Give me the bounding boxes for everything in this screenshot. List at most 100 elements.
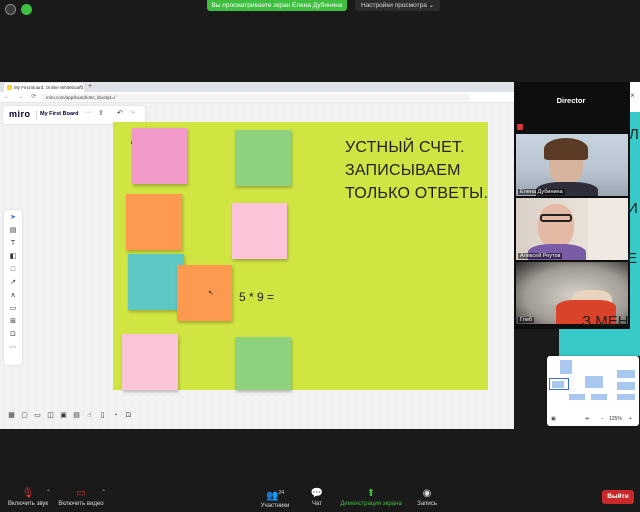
participants-count: 24 xyxy=(278,490,284,496)
zoom-top-bar: Вы просматриваете экран Елена Дубинина Н… xyxy=(0,0,640,22)
chat-label: Чат xyxy=(312,501,322,507)
sticky-note-light-pink-2[interactable] xyxy=(122,334,178,390)
undo-icon[interactable]: ↶ xyxy=(117,109,123,117)
upload-icon[interactable]: ⇪ xyxy=(98,109,104,117)
card-icon[interactable]: ▯ xyxy=(98,411,107,420)
more-tools-icon[interactable]: ⋯ xyxy=(4,342,22,354)
zoom-out-icon[interactable]: − xyxy=(601,416,604,422)
sticky-note-green-2[interactable] xyxy=(235,337,291,390)
redo-icon[interactable]: ↷ xyxy=(129,109,135,117)
vote-icon[interactable]: ☝ xyxy=(85,411,94,420)
browser-tab-strip: My First Board, Online Whiteboard × + xyxy=(0,82,514,92)
background-text: З МЕН xyxy=(582,313,629,330)
sticky-note-teal[interactable] xyxy=(128,254,184,310)
background-text: Е xyxy=(627,250,638,267)
participant-name: Елена Дубинина xyxy=(518,189,565,195)
background-slide xyxy=(559,329,640,356)
video-tile[interactable]: Елена Дубинина xyxy=(516,134,628,196)
sticky-note-orange[interactable] xyxy=(126,194,182,250)
glasses-icon xyxy=(540,214,572,222)
zoom-in-icon[interactable]: + xyxy=(629,416,632,422)
chat-icon[interactable]: ▭ xyxy=(33,411,42,420)
mute-label: Включить звук xyxy=(8,501,49,507)
board-menu-icon[interactable]: ⋯ xyxy=(85,109,91,116)
microphone-off-icon: 🎙 xyxy=(21,488,35,499)
miro-minimap[interactable]: ▣ ⇹ − 125% + xyxy=(547,356,639,426)
grid-icon[interactable]: ▦ xyxy=(7,411,16,420)
board-name[interactable]: My First Board xyxy=(40,111,79,117)
miro-logo: miro xyxy=(9,109,31,119)
video-tile[interactable]: Алексей Реутов xyxy=(516,198,628,260)
info-icon[interactable] xyxy=(5,4,16,15)
security-shield-icon[interactable] xyxy=(21,4,32,15)
expand-icon[interactable]: ⊡ xyxy=(124,411,133,420)
record-icon: ◉ xyxy=(422,488,432,499)
sticky-note-green[interactable] xyxy=(235,130,291,186)
video-off-icon: ▭ xyxy=(76,488,86,499)
participants-icon: 👥24 xyxy=(265,490,284,502)
select-tool-icon[interactable]: ➤ xyxy=(4,212,22,224)
browser-address-bar: ← → ⟳ miro.com/app/board/o9J_lduo5j4=/ xyxy=(0,92,514,103)
miro-left-toolbar: ➤ ▤ T ◧ □ ↗ ∧ ▭ ⊞ ⊡ ⋯ xyxy=(4,210,22,365)
text-tool-icon[interactable]: T xyxy=(4,238,22,250)
participant-name: Алексей Реутов xyxy=(518,253,563,259)
video-options-icon[interactable]: ⌃ xyxy=(101,489,106,496)
browser-tab-title: My First Board, Online Whiteboard xyxy=(14,85,84,90)
video-label: Включить видео xyxy=(58,501,104,507)
zoom-level[interactable]: 125% xyxy=(609,416,622,422)
templates-icon[interactable]: ▤ xyxy=(4,225,22,237)
frames-icon[interactable]: ▢ xyxy=(20,411,29,420)
comments-icon[interactable]: ◫ xyxy=(46,411,55,420)
url-input[interactable]: miro.com/app/board/o9J_lduo5j4=/ xyxy=(40,94,470,101)
mute-button[interactable]: 🎙 Включить звук xyxy=(8,488,48,507)
shape-tool-icon[interactable]: □ xyxy=(4,264,22,276)
upload-tool-icon[interactable]: ⊡ xyxy=(4,329,22,341)
fit-icon[interactable]: ⇹ xyxy=(585,416,589,422)
background-text: И xyxy=(627,200,638,217)
start-video-button[interactable]: ▭ Включить видео xyxy=(58,488,104,507)
timer-icon[interactable]: ◔ xyxy=(111,411,120,420)
panel-title: Director xyxy=(556,96,586,105)
sticky-note-icon[interactable]: ◧ xyxy=(4,251,22,263)
close-panel-icon[interactable]: ⨯ xyxy=(630,92,635,99)
zoom-controls: ▣ ⇹ − 125% + xyxy=(547,414,639,426)
sticky-note-light-pink[interactable] xyxy=(232,203,287,259)
pen-tool-icon[interactable]: ∧ xyxy=(4,290,22,302)
browser-nav-icons[interactable]: ← → ⟳ xyxy=(4,93,39,100)
record-button[interactable]: ◉ Запись xyxy=(414,488,440,507)
sticky-note-orange-2[interactable] xyxy=(177,265,232,321)
share-screen-button[interactable]: ⬆ Демонстрация экрана xyxy=(340,488,402,507)
shared-screen: My First Board, Online Whiteboard × + ← … xyxy=(0,82,514,429)
participant-name: Глеб xyxy=(518,317,535,323)
recording-indicator-icon xyxy=(517,124,523,130)
miro-bottom-toolbar: ▦ ▢ ▭ ◫ ▣ ▤ ☝ ▯ ◔ ⊡ xyxy=(3,408,141,424)
sticky-note-pink[interactable] xyxy=(132,128,187,184)
frame-tool-icon[interactable]: ⊞ xyxy=(4,316,22,328)
leave-button[interactable]: Выйти xyxy=(602,490,634,504)
view-options-button[interactable]: Настройки просмотра ⌄ xyxy=(355,0,441,11)
chat-bubble-icon: 💬 xyxy=(310,488,324,499)
comment-icon[interactable]: ▭ xyxy=(4,303,22,315)
connection-line-icon[interactable]: ↗ xyxy=(4,277,22,289)
board-frame[interactable]: / УСТНЫЙ СЧЕТ. ЗАПИСЫВАЕМ ТОЛЬКО ОТВЕТЫ.… xyxy=(113,122,488,390)
math-expression[interactable]: 5 * 9 = xyxy=(239,290,274,304)
browser-tab[interactable]: My First Board, Online Whiteboard × xyxy=(4,83,84,92)
hide-minimap-icon[interactable]: ▣ xyxy=(551,416,556,422)
participant-face xyxy=(538,204,574,248)
close-tab-icon[interactable]: × xyxy=(79,83,82,92)
instruction-text[interactable]: УСТНЫЙ СЧЕТ. ЗАПИСЫВАЕМ ТОЛЬКО ОТВЕТЫ. xyxy=(345,136,490,205)
video-icon[interactable]: ▤ xyxy=(72,411,81,420)
record-label: Запись xyxy=(417,501,437,507)
share-screen-icon: ⬆ xyxy=(366,488,376,499)
participants-button[interactable]: 👥24 Участники xyxy=(258,488,292,509)
screen-share-icon[interactable]: ▣ xyxy=(59,411,68,420)
chat-button[interactable]: 💬 Чат xyxy=(306,488,328,507)
audio-options-icon[interactable]: ⌃ xyxy=(46,489,51,496)
mouse-cursor-icon: ↖ xyxy=(208,290,214,297)
new-tab-icon[interactable]: + xyxy=(88,82,92,92)
participant-panel: ⨯ Director Елена Дубинина Алексей Реутов… xyxy=(514,82,640,329)
miro-canvas[interactable]: miro My First Board ⋯ ⇪ ↶ ↷ ➤ ▤ T ◧ □ ↗ … xyxy=(0,103,514,429)
participants-label: Участники xyxy=(260,503,290,510)
zoom-bottom-bar: 🎙 Включить звук ⌃ ▭ Включить видео ⌃ 👥24… xyxy=(0,482,640,512)
miro-favicon-icon xyxy=(7,85,12,90)
